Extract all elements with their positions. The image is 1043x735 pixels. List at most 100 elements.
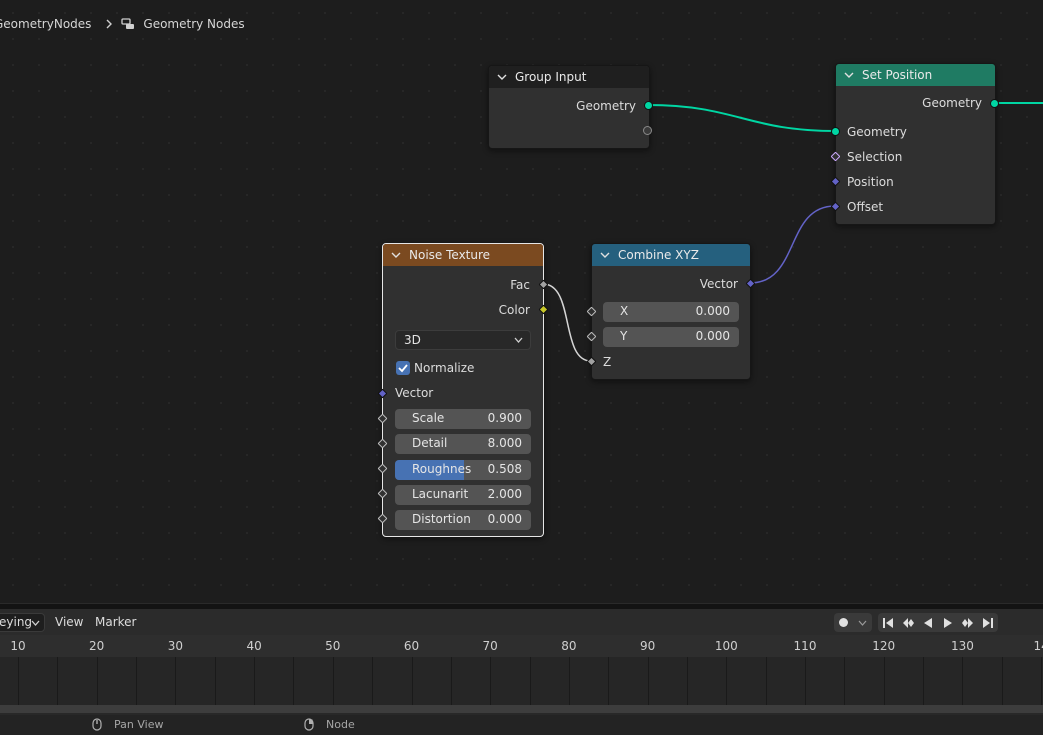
socket-geometry-in[interactable] xyxy=(831,127,840,136)
timeline-gridline xyxy=(136,657,138,705)
frame-ruler[interactable]: 10 20 30 40 50 60 70 80 90 100 110 120 130 14 xyxy=(0,635,1043,657)
dropdown-value: eying xyxy=(0,615,33,629)
chevron-down-icon[interactable] xyxy=(844,70,854,80)
y-field[interactable]: Y 0.000 xyxy=(603,327,739,347)
timeline-gridline xyxy=(18,657,19,705)
node-header[interactable]: Noise Texture xyxy=(383,244,543,266)
timeline-gridline xyxy=(450,657,452,705)
timeline-gridline xyxy=(568,657,570,705)
node-group-input[interactable]: Group Input Geometry xyxy=(488,65,653,149)
node-title: Noise Texture xyxy=(409,248,491,262)
keying-dropdown[interactable]: eying xyxy=(0,613,45,632)
jump-end-icon xyxy=(983,617,993,628)
breadcrumb: GeometryNodes Geometry Nodes xyxy=(0,16,245,32)
timeline-gridline xyxy=(411,657,413,705)
jump-start-button[interactable] xyxy=(878,613,898,632)
next-keyframe-icon xyxy=(962,617,973,628)
lacunarity-field[interactable]: Lacunarit 2.000 xyxy=(395,485,531,505)
ruler-label: 130 xyxy=(950,639,974,653)
detail-field[interactable]: Detail 8.000 xyxy=(395,434,531,454)
record-icon[interactable] xyxy=(839,618,848,627)
ruler-label: 70 xyxy=(482,639,498,653)
jump-end-button[interactable] xyxy=(978,613,998,632)
socket-geometry-out[interactable] xyxy=(990,99,999,108)
timeline-gridline xyxy=(726,657,728,705)
socket-virtual-out[interactable] xyxy=(643,126,652,135)
status-bar: Pan View Node xyxy=(0,715,1043,735)
next-keyframe-button[interactable] xyxy=(958,613,978,632)
menu-view[interactable]: View xyxy=(55,615,83,629)
input-selection-label: Selection xyxy=(847,150,903,164)
timeline-gridline xyxy=(254,657,256,705)
output-vector-label: Vector xyxy=(699,277,738,291)
prev-keyframe-button[interactable] xyxy=(898,613,918,632)
field-value: 0.000 xyxy=(487,512,522,526)
timeline-body[interactable] xyxy=(0,657,1043,705)
timeline-gridline xyxy=(1001,657,1003,705)
socket-offset-in[interactable] xyxy=(830,201,841,212)
socket-detail-in[interactable] xyxy=(377,438,388,449)
socket-lacunarity-in[interactable] xyxy=(377,488,388,499)
socket-position-in[interactable] xyxy=(830,176,841,187)
timeline-gridline xyxy=(96,657,98,705)
socket-color-out[interactable] xyxy=(538,304,549,315)
ruler-label: 110 xyxy=(793,639,817,653)
timeline-gridline xyxy=(293,657,295,705)
breadcrumb-group[interactable]: Geometry Nodes xyxy=(143,17,244,31)
ruler-label: 100 xyxy=(714,639,738,653)
roughness-slider[interactable]: Roughnes 0.508 xyxy=(395,460,531,480)
socket-z-in[interactable] xyxy=(586,356,597,367)
status-pan-view: Pan View xyxy=(92,718,163,731)
ruler-label: 120 xyxy=(872,639,896,653)
chevron-down-icon[interactable] xyxy=(858,620,867,626)
ruler-label: 30 xyxy=(167,639,184,653)
chevron-down-icon[interactable] xyxy=(600,250,610,260)
socket-selection-in[interactable] xyxy=(830,151,841,162)
socket-vector-out[interactable] xyxy=(745,278,756,289)
status-node: Node xyxy=(304,718,355,731)
play-reverse-icon xyxy=(924,617,932,628)
node-header[interactable]: Combine XYZ xyxy=(592,244,750,266)
node-set-position[interactable]: Set Position Geometry Geometry Selection… xyxy=(830,63,999,225)
timeline-gridline xyxy=(608,657,610,705)
timeline-editor[interactable]: eying View Marker 10 20 30 40 50 60 70 8… xyxy=(0,609,1043,715)
timeline-gridline xyxy=(923,657,925,705)
node-header[interactable]: Group Input xyxy=(489,66,649,88)
socket-vector-in[interactable] xyxy=(377,388,388,399)
chevron-down-icon[interactable] xyxy=(497,72,507,82)
timeline-gridline xyxy=(765,657,767,705)
socket-roughness-in[interactable] xyxy=(377,463,388,474)
timeline-scrollbar[interactable] xyxy=(0,705,1043,713)
socket-fac-out[interactable] xyxy=(538,279,549,290)
node-editor[interactable]: GeometryNodes Geometry Nodes Group Input… xyxy=(0,0,1043,603)
timeline-gridline xyxy=(805,657,806,705)
record-toggle[interactable] xyxy=(834,613,872,632)
menu-marker[interactable]: Marker xyxy=(95,615,136,629)
play-reverse-button[interactable] xyxy=(918,613,938,632)
ruler-label: 50 xyxy=(325,639,341,653)
socket-scale-in[interactable] xyxy=(377,413,388,424)
node-noise-texture[interactable]: Noise Texture Fac Color 3D Normalize Vec… xyxy=(377,243,549,537)
normalize-label[interactable]: Normalize xyxy=(414,360,474,376)
check-icon xyxy=(398,364,408,373)
breadcrumb-tree[interactable]: GeometryNodes xyxy=(0,17,91,31)
chevron-down-icon[interactable] xyxy=(391,250,401,260)
field-label: Roughnes xyxy=(412,462,472,476)
node-title: Group Input xyxy=(515,70,587,84)
node-header[interactable]: Set Position xyxy=(836,64,995,86)
socket-x-in[interactable] xyxy=(586,306,597,317)
x-field[interactable]: X 0.000 xyxy=(603,302,739,322)
socket-geometry-out[interactable] xyxy=(644,101,653,110)
dimensions-dropdown[interactable]: 3D xyxy=(395,330,531,350)
play-button[interactable] xyxy=(938,613,958,632)
normalize-checkbox[interactable] xyxy=(396,361,410,375)
scale-field[interactable]: Scale 0.900 xyxy=(395,409,531,429)
timeline-gridline xyxy=(883,657,885,705)
socket-distortion-in[interactable] xyxy=(377,513,388,524)
socket-y-in[interactable] xyxy=(586,331,597,342)
field-label: Detail xyxy=(412,436,448,450)
field-label: X xyxy=(620,304,629,318)
node-title: Set Position xyxy=(862,68,933,82)
node-combine-xyz[interactable]: Combine XYZ Vector X 0.000 Y 0.000 Z xyxy=(586,243,756,380)
distortion-field[interactable]: Distortion 0.000 xyxy=(395,510,531,530)
